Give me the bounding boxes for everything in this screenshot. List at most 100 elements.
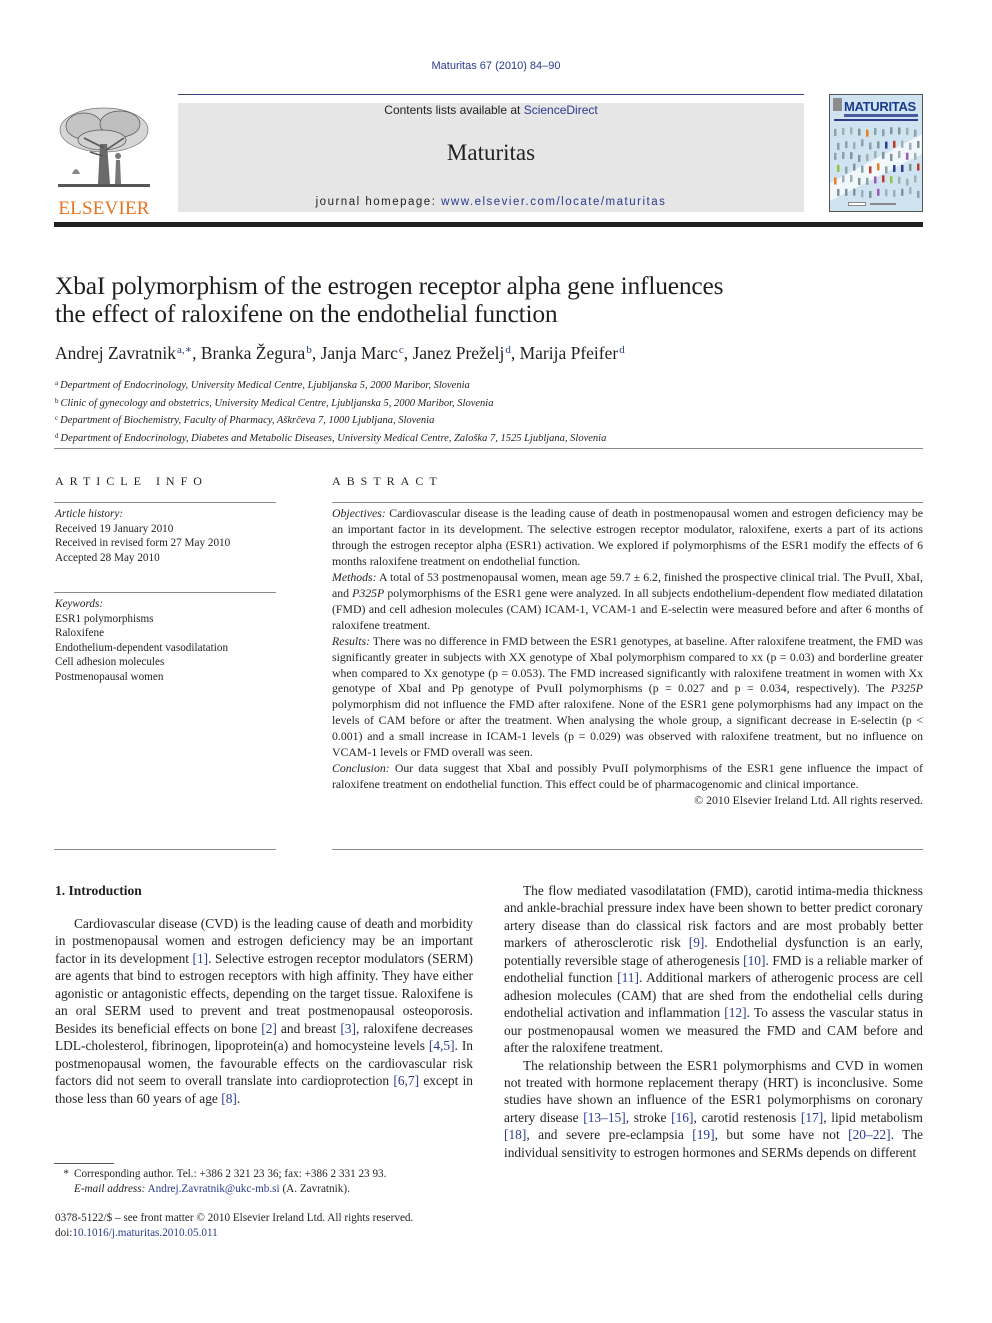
journal-name: Maturitas [446,140,536,165]
article-info-divider [54,592,276,593]
cover-figure-mark [845,166,848,174]
methods-label: Methods: [332,569,377,584]
affiliation-marker: c [55,414,59,422]
citation-link[interactable]: [17] [801,1110,823,1125]
doi-link[interactable]: 10.1016/j.maturitas.2010.05.011 [72,1227,217,1239]
journal-cover[interactable]: MATURITAS [829,94,923,212]
elsevier-logo[interactable]: ELSEVIER [54,104,154,219]
citation-link[interactable]: [11] [617,970,639,985]
cover-figures-icon [830,127,922,201]
cover-figure-mark [845,141,848,149]
cover-figure-mark [869,142,872,150]
citation-link[interactable]: [16] [671,1110,693,1125]
citation-link[interactable]: [1] [193,951,209,966]
cover-figure-mark [901,164,904,172]
author-separator: , [311,343,321,363]
affiliation-item: d Department of Endocrinology, Diabetes a… [55,429,606,447]
email-link[interactable]: Andrej.Zavratnik@ukc-mb.si [148,1183,280,1195]
keyword-item: ESR1 polymorphisms [55,612,154,625]
cover-figure-mark [834,128,837,136]
cover-figure-mark [917,140,920,148]
cover-figure-mark [861,139,864,147]
section-divider [54,448,923,449]
author-name: Janez Preželj [412,343,505,363]
citation-link[interactable]: [10] [743,953,765,968]
results-label: Results: [332,633,371,648]
cover-figure-mark [909,187,912,195]
cover-figure-mark [842,151,845,159]
body-text: , stroke [625,1109,672,1125]
doi-line: doi:10.1016/j.maturitas.2010.05.011 [55,1226,495,1241]
citation-link[interactable]: [2] [261,1021,277,1036]
cover-figure-mark [861,190,864,198]
author-name: Marija Pfeifer [519,343,619,363]
affiliation-item: c Department of Biochemistry, Faculty of … [55,411,606,429]
body-paragraph: The flow mediated vasodilatation (FMD), … [504,882,923,1057]
footnote-rule [54,1163,114,1164]
contents-prefix: Contents lists available at [384,103,524,117]
citation-link[interactable]: [6,7] [393,1073,419,1088]
sciencedirect-link[interactable]: ScienceDirect [524,103,598,117]
affiliation-text: Clinic of gynecology and obstetrics, Uni… [60,397,494,409]
author-separator: , [510,343,520,363]
cover-figure-mark [906,178,909,186]
cover-figure-mark [893,190,896,198]
body-paragraph: The relationship between the ESR1 polymo… [504,1057,923,1162]
homepage-line: journal homepage: www.elsevier.com/locat… [178,196,804,208]
abstract-methods: Methods: A total of 53 postmenopausal wo… [332,570,923,634]
email-label: E-mail address: [74,1182,146,1195]
cover-figure-mark [869,166,872,174]
cover-figure-mark [893,140,896,148]
cover-figure-mark [885,189,888,197]
footnote-corresponding: Corresponding author. Tel.: +386 2 321 2… [74,1168,387,1180]
article-info-heading: ARTICLE INFO [55,474,208,488]
journal-citation[interactable]: Maturitas 67 (2010) 84–90 [0,60,992,72]
cover-figure-mark [906,127,909,135]
citation-link[interactable]: [12] [724,1005,746,1020]
cover-figure-mark [882,129,885,137]
homepage-prefix: journal homepage: [315,196,442,208]
cover-figure-mark [914,129,917,137]
citation-link[interactable]: [4,5] [429,1038,455,1053]
cover-figure-mark [842,127,845,135]
abstract-body: Objectives: Cardiovascular disease is th… [332,506,923,809]
citation-link[interactable]: [20–22] [848,1127,890,1142]
cover-figure-mark [842,175,845,183]
cover-figure-mark [877,163,880,171]
section-heading-introduction: 1. Introduction [55,883,142,898]
citation-link[interactable]: [18] [504,1127,526,1142]
cover-figure-mark [885,141,888,149]
cover-subtitle-bar [834,119,918,121]
author-list: Andrej Zavratnika,∗, Branka Žegurab, Jan… [55,343,625,364]
cover-figure-mark [909,163,912,171]
cover-figure-mark [890,153,893,161]
cover-figure-mark [853,163,856,171]
affiliation-marker: d [55,431,59,440]
citation-link[interactable]: [8] [221,1091,237,1106]
citation-link[interactable]: [13–15] [583,1110,625,1125]
cover-figure-mark [850,175,853,183]
cover-figure-mark [834,177,837,185]
conclusion-label: Conclusion: [332,761,390,776]
author-affiliation-marker[interactable]: a,∗ [177,344,192,356]
cover-figure-mark [893,164,896,172]
homepage-link[interactable]: www.elsevier.com/locate/maturitas [441,196,666,208]
cover-publisher-icon [833,98,842,111]
citation-link[interactable]: [9] [689,935,705,950]
cover-figure-mark [914,175,917,183]
cover-figure-mark [890,127,893,135]
history-label: Article history: [55,508,124,520]
body-column-left: Cardiovascular disease (CVD) is the lead… [55,915,473,1107]
footnote-line: E-mail address: Andrej.Zavratnik@ukc-mb.… [55,1182,473,1197]
citation-link[interactable]: [3] [340,1021,356,1036]
cover-figure-mark [901,140,904,148]
body-text: , lipid metabolism [823,1109,923,1125]
results-text: There was no difference in FMD between t… [332,633,923,696]
cover-figure-mark [837,188,840,196]
abstract-divider [332,849,923,850]
cover-figure-mark [874,127,877,135]
email-suffix: (A. Zavratnik). [279,1182,350,1195]
citation-link[interactable]: [19] [692,1127,714,1142]
cover-figure-mark [850,152,853,160]
author-affiliation-marker[interactable]: d [619,344,625,356]
